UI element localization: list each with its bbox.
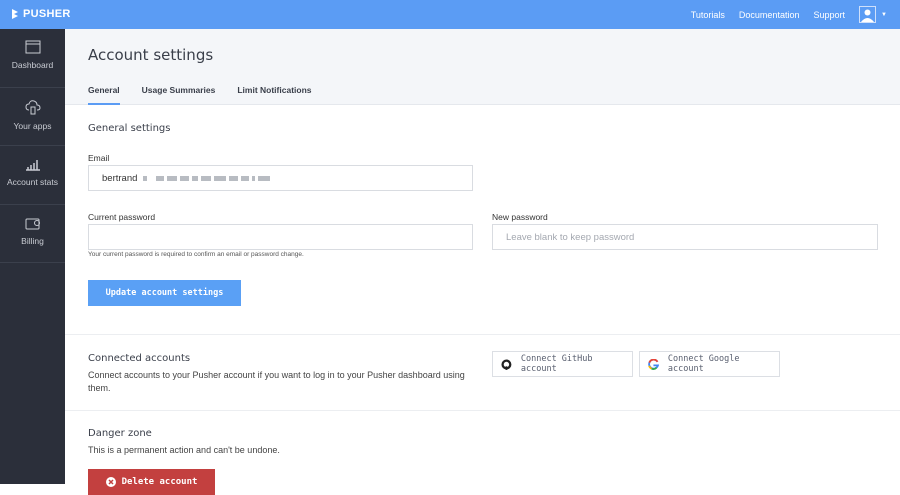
connect-google-button[interactable]: Connect Google account	[639, 351, 780, 377]
new-password-label: New password	[492, 212, 548, 222]
tab-usage-summaries[interactable]: Usage Summaries	[142, 85, 216, 105]
top-bar: PUSHER Tutorials Documentation Support ▼	[0, 0, 900, 29]
update-account-settings-button[interactable]: Update account settings	[88, 280, 241, 306]
sidebar-item-dashboard[interactable]: Dashboard	[0, 29, 65, 88]
sidebar-item-label: Account stats	[6, 177, 59, 187]
connected-accounts-description: Connect accounts to your Pusher account …	[88, 370, 465, 393]
pusher-logo[interactable]: PUSHER	[10, 8, 71, 20]
close-circle-icon	[105, 477, 116, 487]
google-icon	[648, 358, 659, 370]
current-password-help: Your current password is required to con…	[88, 251, 304, 258]
sidebar-item-label: Dashboard	[11, 60, 54, 70]
chevron-down-icon[interactable]: ▼	[881, 12, 887, 18]
sidebar-item-billing[interactable]: Billing	[0, 205, 65, 263]
general-settings-heading: General settings	[88, 123, 171, 134]
connect-github-button[interactable]: Connect GitHub account	[492, 351, 633, 377]
user-avatar[interactable]	[859, 6, 876, 23]
user-icon	[860, 7, 875, 22]
email-field[interactable]: bertrand	[88, 165, 473, 191]
connected-accounts-heading: Connected accounts	[88, 353, 191, 364]
support-link[interactable]: Support	[813, 10, 845, 20]
tutorials-link[interactable]: Tutorials	[691, 10, 725, 20]
tab-limit-notifications[interactable]: Limit Notifications	[237, 85, 311, 105]
new-password-field[interactable]: Leave blank to keep password	[492, 224, 878, 250]
logo-text: PUSHER	[23, 8, 71, 20]
current-password-field[interactable]	[88, 224, 473, 250]
documentation-link[interactable]: Documentation	[739, 10, 800, 20]
bar-chart-icon	[25, 160, 40, 171]
current-password-label: Current password	[88, 212, 156, 222]
delete-button-label: Delete account	[121, 477, 198, 487]
divider	[65, 334, 900, 335]
danger-zone-description: This is a permanent action and can't be …	[88, 445, 280, 455]
email-value: bertrand	[102, 172, 138, 184]
divider	[65, 410, 900, 411]
sidebar-item-label: Billing	[21, 235, 44, 246]
pusher-logo-icon	[12, 9, 18, 19]
page-title: Account settings	[88, 46, 214, 64]
github-icon	[501, 359, 512, 370]
wallet-icon	[25, 218, 40, 229]
sidebar: Dashboard Your apps Account stats Billin…	[0, 29, 65, 484]
email-label: Email	[88, 153, 110, 163]
delete-account-button[interactable]: Delete account	[88, 469, 215, 495]
sidebar-item-label: Your apps	[13, 120, 52, 131]
danger-zone-heading: Danger zone	[88, 428, 152, 439]
page-header: Account settings General Usage Summaries…	[65, 29, 900, 105]
cloud-upload-icon	[24, 99, 41, 114]
tab-general[interactable]: General	[88, 85, 120, 105]
sidebar-item-account-stats[interactable]: Account stats	[0, 146, 65, 205]
github-button-label: Connect GitHub account	[520, 354, 593, 374]
google-button-label: Connect Google account	[667, 354, 740, 374]
redacted-email	[143, 175, 271, 181]
dashboard-icon	[25, 40, 40, 54]
sidebar-item-your-apps[interactable]: Your apps	[0, 88, 65, 146]
